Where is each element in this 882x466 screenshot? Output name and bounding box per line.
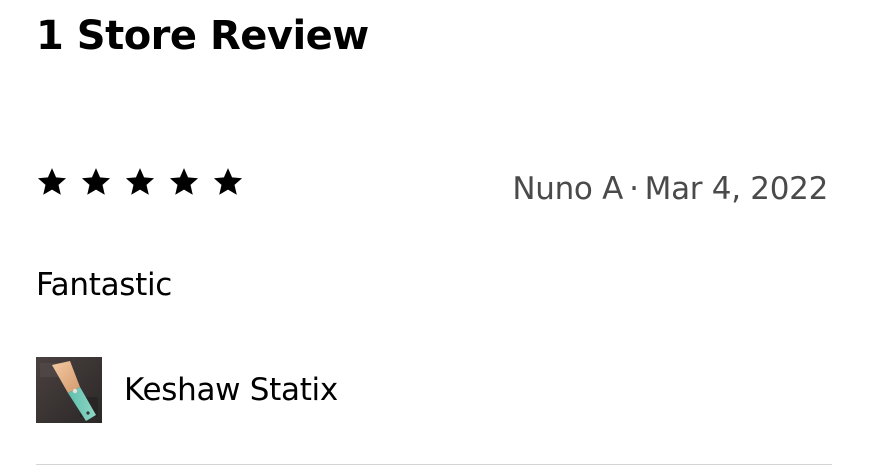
star-icon	[212, 166, 244, 198]
product-name-link[interactable]: Keshaw Statix	[124, 371, 338, 409]
star-icon	[124, 166, 156, 198]
review-divider	[36, 464, 832, 465]
star-icon	[168, 166, 200, 198]
review-date: Mar 4, 2022	[644, 171, 829, 207]
star-icon	[80, 166, 112, 198]
reviewed-product[interactable]: Keshaw Statix	[36, 357, 338, 423]
product-thumbnail[interactable]	[36, 357, 102, 423]
reviews-heading: 1 Store Review	[36, 13, 369, 59]
review-header: Nuno A · Mar 4, 2022	[36, 166, 828, 208]
meta-separator: ·	[629, 171, 639, 207]
star-icon	[36, 166, 68, 198]
review-meta: Nuno A · Mar 4, 2022	[512, 170, 828, 208]
review-title: Fantastic	[36, 267, 173, 303]
star-rating	[36, 166, 244, 198]
review-author: Nuno A	[512, 171, 624, 207]
